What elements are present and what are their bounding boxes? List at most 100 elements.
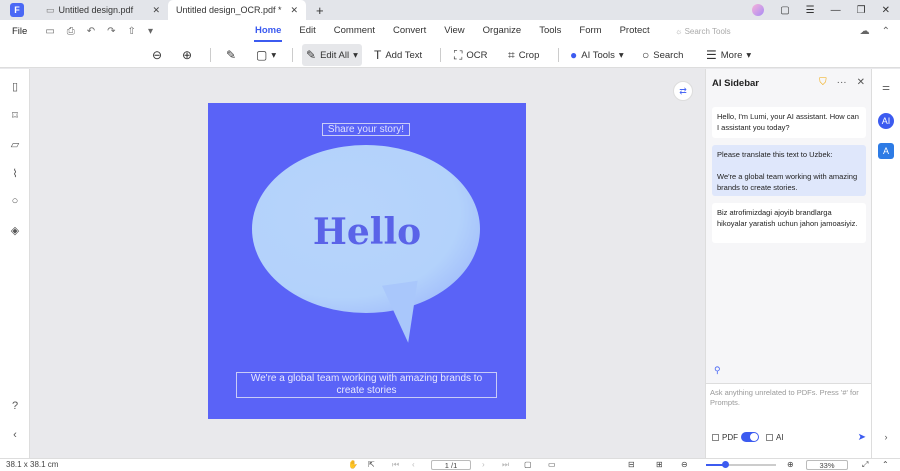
dropdown-icon[interactable]: ▾ — [148, 26, 153, 37]
select-tool-icon[interactable]: ⇱ — [368, 460, 375, 469]
zoom-in-button[interactable]: ⊕ — [178, 44, 196, 66]
menu-home[interactable]: Home — [246, 20, 290, 42]
shape-button[interactable]: ▢ ▾ — [252, 44, 280, 66]
save-icon[interactable]: ▭ — [45, 26, 54, 37]
edit-all-label: Edit All — [320, 49, 350, 61]
search-tools-input[interactable]: ☼ Search Tools — [675, 27, 731, 36]
fit-width-icon[interactable]: ▭ — [548, 460, 556, 469]
cart-icon[interactable]: ⛉ — [819, 77, 827, 88]
pdf-label: PDF — [722, 433, 738, 442]
share-icon[interactable]: ⇧ — [128, 26, 136, 37]
attachment-icon[interactable]: ⌇ — [8, 167, 22, 180]
search-button[interactable]: ○ Search — [638, 44, 687, 66]
crop-button[interactable]: ⌗ Crop — [504, 44, 543, 66]
pdf-checkbox[interactable]: PDF — [712, 433, 738, 442]
send-icon[interactable]: ➤ — [858, 432, 866, 443]
fullscreen-icon[interactable]: ⤢ — [862, 460, 868, 470]
print-icon[interactable]: ⎙ — [67, 26, 75, 37]
page-layout-icon[interactable]: ⊟ — [628, 460, 635, 469]
close-tab-icon[interactable]: ✕ — [152, 5, 160, 16]
undo-icon[interactable]: ↶ — [87, 26, 95, 37]
menu-form[interactable]: Form — [570, 20, 610, 42]
page-thumbnail-icon[interactable]: ▯ — [8, 80, 22, 93]
status-bar: 38.1 x 38.1 cm ✋ ⇱ ⏮ ‹ 1 /1 › ⏭ ▢ ▭ ⊟ ⊞ … — [0, 458, 900, 471]
close-tab-icon[interactable]: ✕ — [290, 5, 298, 16]
bookmark-icon[interactable]: ⌑ — [8, 109, 22, 122]
assistant-message: Biz atrofimizdagi ajoyib brandlarga hiko… — [712, 203, 866, 243]
add-text-button[interactable]: T Add Text — [370, 44, 426, 66]
menu-tools[interactable]: Tools — [530, 20, 570, 42]
settings-sliders-icon[interactable]: ⚌ — [878, 79, 894, 95]
layers-icon[interactable]: ◈ — [8, 224, 22, 237]
fit-page-icon[interactable]: ▢ — [524, 460, 532, 469]
checkbox-icon — [712, 434, 719, 441]
more-label: More — [720, 49, 743, 61]
menu-organize[interactable]: Organize — [474, 20, 531, 42]
ai-tools-button[interactable]: ● AI Tools ▾ — [566, 44, 628, 66]
maximize-icon[interactable]: ❐ — [857, 5, 866, 16]
next-page-icon[interactable]: › — [482, 460, 485, 469]
ai-input-area[interactable]: Ask anything unrelated to PDFs. Press '#… — [706, 383, 872, 458]
toolbar: ⊖ ⊕ ✎ ▢ ▾ ✎ Edit All ▾ T Add Text ⛶ OCR ⌗ Crop… — [0, 42, 900, 68]
mode-toggle[interactable] — [741, 432, 759, 442]
ocr-button[interactable]: ⛶ OCR — [450, 44, 492, 66]
zoom-out-icon[interactable]: ⊖ — [681, 460, 688, 469]
crop-icon: ⌗ — [508, 47, 515, 62]
close-icon[interactable]: ✕ — [857, 77, 865, 88]
cloud-upload-icon[interactable]: ☁ — [860, 26, 870, 37]
chevron-down-icon: ▾ — [271, 49, 277, 61]
menu-edit[interactable]: Edit — [290, 20, 324, 42]
zoom-in-icon[interactable]: ⊕ — [787, 460, 794, 469]
window-controls: ▢ ☰ — ❐ ✕ — [752, 0, 900, 20]
help-icon[interactable]: ? — [8, 400, 22, 412]
avatar[interactable] — [752, 4, 765, 16]
menu-comment[interactable]: Comment — [325, 20, 384, 42]
ai-assistant-icon[interactable]: AI — [878, 113, 894, 129]
app-logo-icon: F — [10, 3, 24, 17]
location-pin-icon[interactable]: ⚲ — [714, 365, 721, 376]
first-page-icon[interactable]: ⏮ — [392, 460, 399, 470]
expand-icon[interactable]: ⌃ — [882, 460, 889, 469]
collapse-icon[interactable]: ⌃ — [882, 26, 890, 37]
tab-untitled-design-ocr[interactable]: Untitled design_OCR.pdf * ✕ — [168, 0, 306, 20]
message-icon[interactable]: ▢ — [780, 5, 789, 16]
close-icon[interactable]: ✕ — [882, 5, 890, 16]
translate-float-icon[interactable]: ⇄ — [673, 81, 693, 101]
expand-right-icon[interactable]: › — [878, 429, 894, 445]
highlight-button[interactable]: ✎ — [222, 44, 240, 66]
tab-label: Untitled design.pdf — [58, 5, 134, 15]
menu-icon[interactable]: ☰ — [806, 5, 815, 16]
last-page-icon[interactable]: ⏭ — [502, 460, 509, 470]
translate-icon[interactable]: A — [878, 143, 894, 159]
page-header-text[interactable]: Share your story! — [322, 123, 410, 136]
ai-checkbox[interactable]: AI — [766, 433, 784, 442]
comment-icon[interactable]: ▱ — [8, 138, 22, 151]
menu-convert[interactable]: Convert — [384, 20, 435, 42]
main-menus: Home Edit Comment Convert View Organize … — [246, 20, 659, 42]
menu-right-icons: ☁ ⌃ — [860, 26, 890, 37]
ai-sidebar-title: AI Sidebar — [712, 78, 759, 89]
new-tab-icon[interactable]: + — [316, 3, 324, 18]
menu-view[interactable]: View — [435, 20, 473, 42]
hand-tool-icon[interactable]: ✋ — [348, 460, 358, 469]
collapse-left-icon[interactable]: ‹ — [8, 429, 22, 441]
scroll-mode-icon[interactable]: ⊞ — [656, 460, 663, 469]
edit-all-button[interactable]: ✎ Edit All ▾ — [302, 44, 362, 66]
tab-untitled-design[interactable]: ▭ Untitled design.pdf ✕ — [38, 0, 168, 20]
menu-protect[interactable]: Protect — [611, 20, 659, 42]
page-caption-text[interactable]: We're a global team working with amazing… — [236, 372, 497, 398]
minimize-icon[interactable]: — — [831, 5, 841, 16]
divider — [440, 48, 441, 62]
redo-icon[interactable]: ↷ — [107, 26, 115, 37]
prev-page-icon[interactable]: ‹ — [412, 460, 415, 469]
page-number-input[interactable]: 1 /1 — [431, 460, 471, 470]
right-toolbar: ⚌ AI A › — [871, 69, 900, 458]
search-icon[interactable]: ○ — [8, 195, 22, 207]
file-menu[interactable]: File — [12, 26, 27, 37]
more-button[interactable]: ☰ More ▾ — [702, 44, 755, 66]
zoom-out-button[interactable]: ⊖ — [148, 44, 166, 66]
ai-label: AI — [776, 433, 784, 442]
more-options-icon[interactable]: ··· — [837, 77, 847, 88]
zoom-level-select[interactable]: 33% — [806, 460, 848, 470]
zoom-slider[interactable] — [706, 461, 776, 468]
